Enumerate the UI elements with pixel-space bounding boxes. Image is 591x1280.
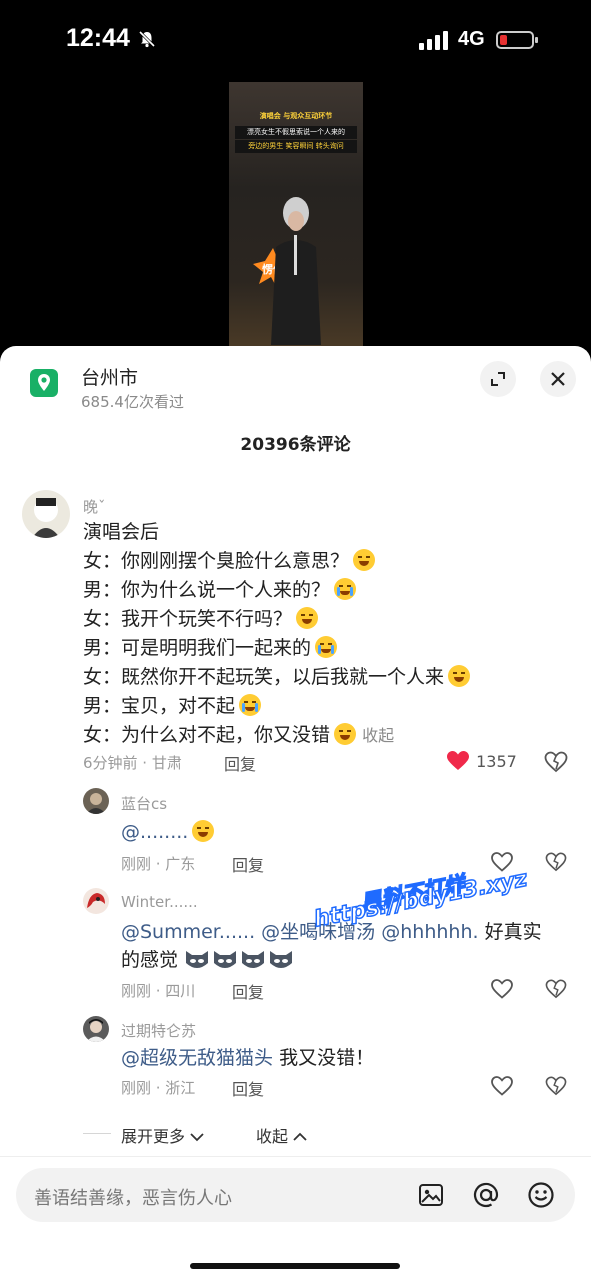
- mention-link[interactable]: @........: [121, 821, 188, 843]
- laugh-cry-emoji-icon: [448, 665, 471, 687]
- close-icon: [551, 372, 565, 386]
- mention-link[interactable]: @Summer......: [121, 921, 255, 943]
- status-bar: 12:44 4G: [0, 0, 591, 80]
- comment-meta: 6分钟前 · 甘肃: [83, 754, 182, 772]
- heart-outline-icon[interactable]: [491, 979, 513, 999]
- like-button[interactable]: 1357: [447, 751, 517, 771]
- chevron-up-icon: [293, 1132, 307, 1141]
- laugh-cry-emoji-icon: [192, 820, 215, 842]
- expand-button[interactable]: [480, 361, 516, 397]
- comment-input-placeholder: 善语结善缘，恶言伤人心: [34, 1188, 232, 1209]
- avatar[interactable]: [22, 490, 70, 538]
- reply-username[interactable]: 过期特仑苏: [121, 1020, 196, 1041]
- reply-text-tail: 我又没错！: [279, 1047, 375, 1069]
- dislike-heart-icon[interactable]: [545, 852, 567, 872]
- avatar[interactable]: [83, 788, 109, 814]
- crying-emoji-icon: [315, 636, 338, 658]
- laugh-cry-emoji-icon: [334, 723, 357, 745]
- bell-muted-icon: [138, 30, 156, 48]
- location-views: 685.4亿次看过: [81, 393, 184, 411]
- dislike-heart-icon[interactable]: [545, 979, 567, 999]
- avatar[interactable]: [83, 1016, 109, 1042]
- comment-line: 演唱会后: [83, 521, 160, 543]
- comment-line: 男：你为什么说一个人来的？: [83, 579, 331, 601]
- reply-button[interactable]: 回复: [232, 1076, 264, 1100]
- comments-sheet: 台州市 685.4亿次看过 20396条评论 晚ˇ 演唱会后 女：你刚刚摆个臭脸…: [0, 346, 591, 1280]
- status-time: 12:44: [66, 24, 130, 52]
- battery-icon: [496, 31, 538, 49]
- comment-line: 女：既然你开不起玩笑，以后我就一个人来: [83, 666, 445, 688]
- reply-username[interactable]: Winter......: [121, 893, 198, 911]
- singer-figure: [271, 197, 321, 345]
- video-player[interactable]: 演唱会 与观众互动环节 漂亮女生不假思索说一个人来的 旁边的男生 笑容瞬间 转头…: [229, 82, 363, 348]
- heart-filled-icon: [447, 751, 469, 770]
- chevron-down-icon: [190, 1133, 204, 1142]
- like-count: 1357: [476, 752, 517, 771]
- comment-line: 男：可是明明我们一起来的: [83, 637, 312, 659]
- reply-meta: 刚刚 · 广东: [121, 855, 196, 873]
- reply-text: @超级无敌猫猫头 我又没错！: [121, 1044, 374, 1073]
- reply-text: @........: [121, 818, 215, 847]
- comment-body: 演唱会后 女：你刚刚摆个臭脸什么意思？ 男：你为什么说一个人来的？ 女：我开个玩…: [83, 518, 471, 750]
- crying-emoji-icon: [239, 694, 262, 716]
- video-caption: 演唱会 与观众互动环节: [259, 112, 333, 120]
- reply-button[interactable]: 回复: [232, 852, 264, 876]
- reply-button[interactable]: 回复: [224, 751, 256, 775]
- collapse-label: 收起: [256, 1127, 289, 1146]
- cat-head-emoji-icon: [214, 951, 237, 968]
- dislike-heart-icon[interactable]: [544, 751, 568, 773]
- collapse-button[interactable]: 收起: [256, 1123, 307, 1147]
- cat-head-emoji-icon: [186, 951, 209, 968]
- location-title[interactable]: 台州市: [81, 363, 138, 390]
- mention-link[interactable]: @hhhhhh.: [381, 921, 478, 943]
- close-button[interactable]: [540, 361, 576, 397]
- reply-username[interactable]: 蓝台cs: [121, 793, 167, 814]
- reply-text-line: 的感觉: [121, 949, 179, 971]
- dislike-heart-icon[interactable]: [545, 1076, 567, 1096]
- collapse-text-link[interactable]: 收起: [362, 726, 394, 745]
- expand-icon: [491, 372, 505, 386]
- comments-count-title: 20396条评论: [240, 435, 351, 455]
- thread-divider: [83, 1133, 111, 1134]
- heart-outline-icon[interactable]: [491, 1076, 513, 1096]
- comment-line: 男：宝贝，对不起: [83, 695, 236, 717]
- expand-more-label: 展开更多: [121, 1127, 186, 1146]
- home-indicator: [190, 1263, 400, 1269]
- reply-text-tail: 好真实: [484, 921, 542, 943]
- expand-more-button[interactable]: 展开更多: [121, 1123, 204, 1147]
- cellular-signal-icon: [419, 31, 448, 50]
- laugh-cry-emoji-icon: [353, 549, 376, 571]
- input-divider: [0, 1156, 591, 1157]
- network-type: 4G: [458, 28, 485, 50]
- comment-line: 女：我开个玩笑不行吗？: [83, 608, 293, 630]
- video-caption: 漂亮女生不假思索说一个人来的: [235, 126, 357, 139]
- emoji-smile-icon[interactable]: [527, 1181, 555, 1209]
- reply-meta: 刚刚 · 四川: [121, 982, 196, 1000]
- reply-meta: 刚刚 · 浙江: [121, 1079, 196, 1097]
- cat-head-emoji-icon: [270, 951, 293, 968]
- image-icon[interactable]: [418, 1182, 444, 1208]
- crying-emoji-icon: [334, 578, 357, 600]
- laugh-cry-emoji-icon: [296, 607, 319, 629]
- comment-line: 女：你刚刚摆个臭脸什么意思？: [83, 550, 350, 572]
- comment-line: 女：为什么对不起，你又没错: [83, 724, 331, 746]
- at-mention-icon[interactable]: [472, 1181, 500, 1209]
- location-pin-icon: [30, 369, 58, 397]
- reply-button[interactable]: 回复: [232, 979, 264, 1003]
- video-caption: 旁边的男生 笑容瞬间 转头询问: [235, 140, 357, 153]
- avatar[interactable]: [83, 888, 109, 914]
- mention-link[interactable]: @超级无敌猫猫头: [121, 1047, 273, 1069]
- comment-username[interactable]: 晚ˇ: [83, 496, 106, 517]
- reply-text-line2: 的感觉: [121, 946, 296, 975]
- cat-head-emoji-icon: [242, 951, 265, 968]
